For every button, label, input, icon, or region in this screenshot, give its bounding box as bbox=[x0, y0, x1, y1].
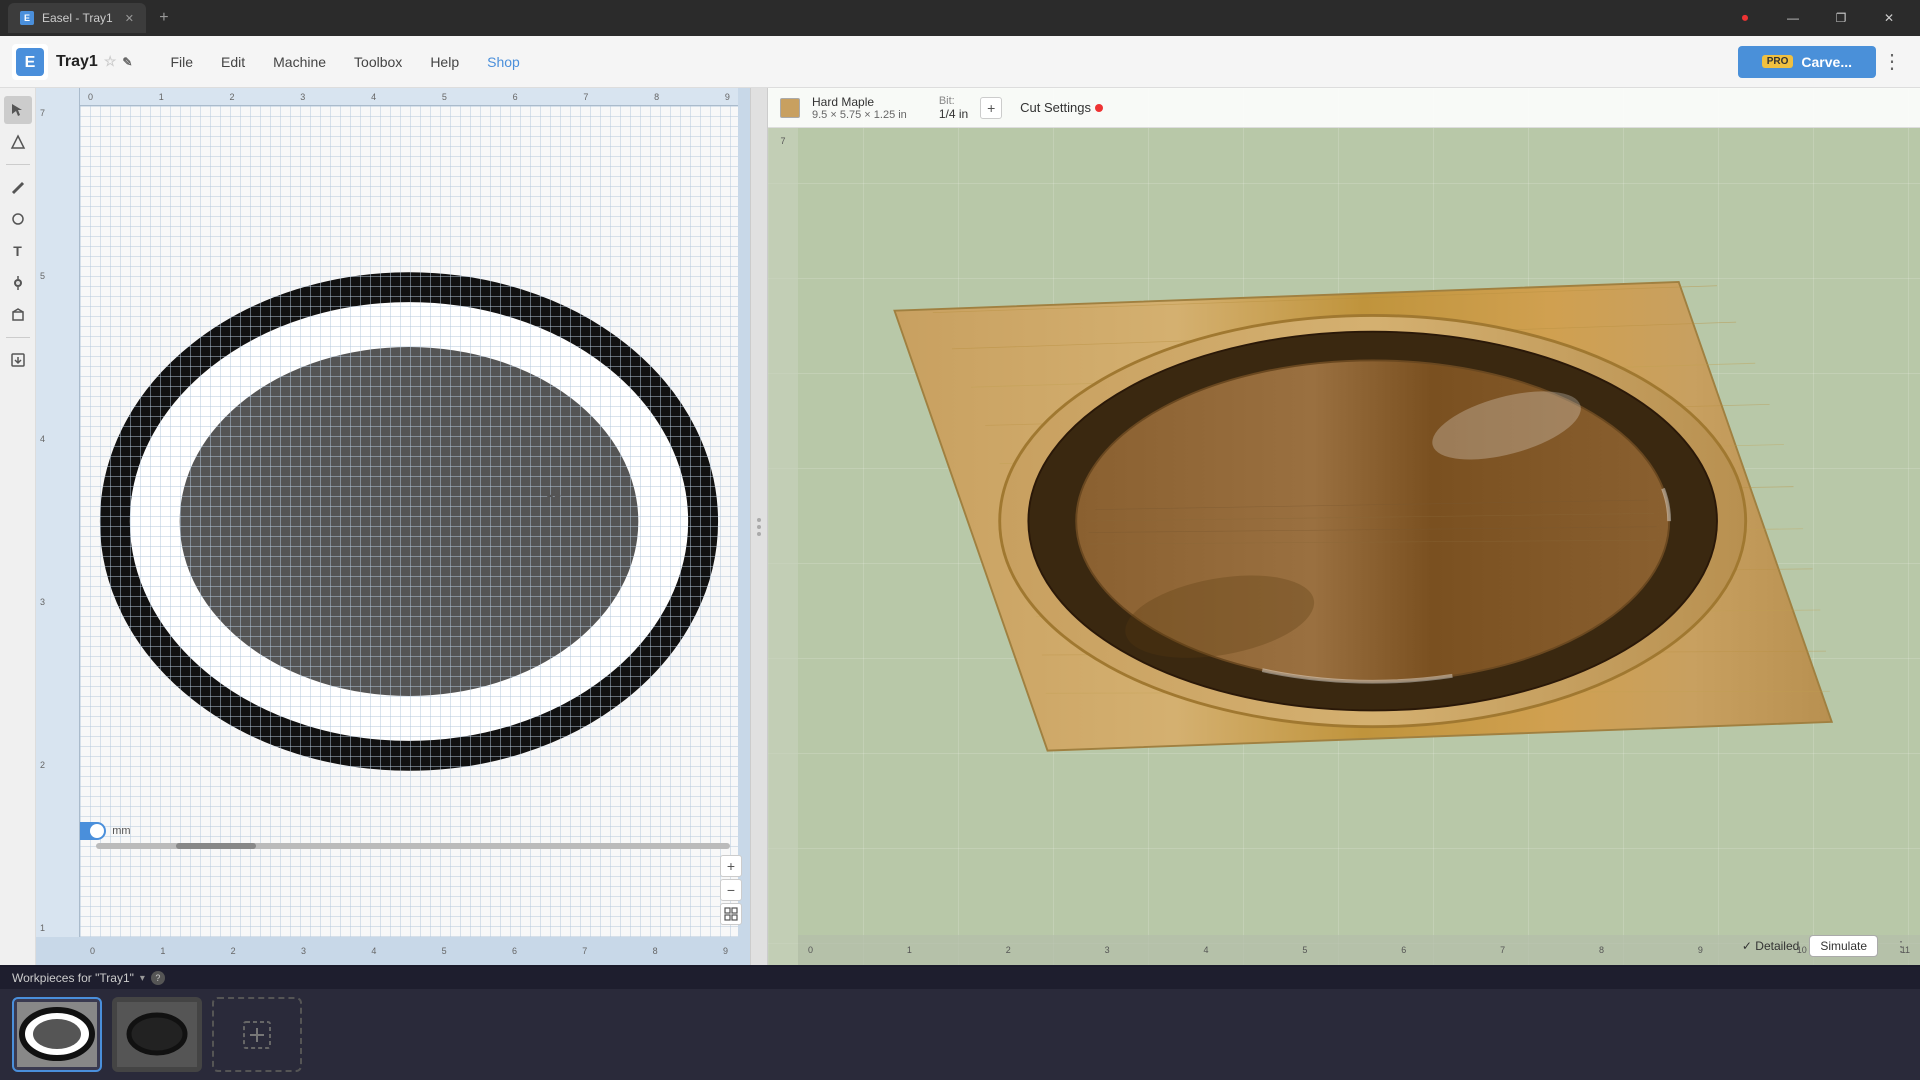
box-tool-button[interactable] bbox=[4, 301, 32, 329]
workpieces-dropdown-icon[interactable]: ▾ bbox=[140, 973, 145, 984]
bit-value: 1/4 in bbox=[939, 107, 968, 121]
ruler-top: 0 1 2 3 4 5 6 7 8 9 bbox=[80, 88, 738, 106]
white-canvas: ✛ bbox=[80, 106, 738, 937]
app-logo: E bbox=[12, 44, 48, 80]
text-tool-button[interactable]: T bbox=[4, 237, 32, 265]
tray-3d-visualization bbox=[818, 138, 1870, 885]
nav-menu: File Edit Machine Toolbox Help Shop bbox=[156, 36, 533, 88]
scrollbar-thumb[interactable] bbox=[176, 843, 256, 849]
workpieces-title: Workpieces for "Tray1" bbox=[12, 971, 134, 985]
material-info: Hard Maple 9.5 × 5.75 × 1.25 in bbox=[812, 95, 907, 121]
svg-text:E: E bbox=[24, 13, 30, 23]
carve-label: Carve... bbox=[1801, 54, 1852, 70]
tool-divider-1 bbox=[6, 164, 30, 165]
detailed-checkbox[interactable]: ✓ Detailed bbox=[1742, 939, 1799, 953]
divider-dot-1 bbox=[757, 518, 761, 522]
fit-to-screen-button[interactable] bbox=[720, 903, 742, 925]
minimize-button[interactable]: — bbox=[1770, 0, 1816, 36]
ruler-mark-5: 5 bbox=[40, 271, 75, 281]
ruler-mark-2: 2 bbox=[40, 760, 75, 770]
ruler-mark-4: 4 bbox=[40, 434, 75, 444]
zoom-out-button[interactable]: − bbox=[720, 879, 742, 901]
star-icon[interactable]: ☆ bbox=[104, 53, 117, 70]
horizontal-scrollbar[interactable] bbox=[96, 843, 730, 849]
close-button[interactable]: ✕ bbox=[1866, 0, 1912, 36]
bit-info: Bit: 1/4 in bbox=[939, 95, 968, 121]
workpieces-list bbox=[0, 989, 1920, 1080]
left-sidebar: T bbox=[0, 88, 36, 965]
workpieces-help-icon[interactable]: ? bbox=[151, 971, 165, 985]
nav-help[interactable]: Help bbox=[416, 36, 473, 88]
divider-dot-3 bbox=[757, 532, 761, 536]
restore-button[interactable]: ❐ bbox=[1818, 0, 1864, 36]
workpiece-1-thumb[interactable] bbox=[12, 997, 102, 1072]
bit-label: Bit: bbox=[939, 95, 968, 107]
project-name: Tray1 bbox=[56, 53, 98, 71]
add-bit-button[interactable]: + bbox=[980, 97, 1002, 119]
nav-machine[interactable]: Machine bbox=[259, 36, 340, 88]
carve-button[interactable]: PRO Carve... bbox=[1738, 46, 1876, 78]
preview-footer: ✓ Detailed Simulate ⋮ bbox=[1742, 935, 1908, 957]
workpiece-1-preview bbox=[17, 1002, 97, 1067]
nav-edit[interactable]: Edit bbox=[207, 36, 259, 88]
preview-ruler-left: 7 bbox=[768, 128, 798, 965]
workpiece-2-thumb[interactable] bbox=[112, 997, 202, 1072]
ruler-mark-3: 3 bbox=[40, 597, 75, 607]
panel-divider[interactable] bbox=[750, 88, 768, 965]
material-swatch bbox=[780, 98, 800, 118]
project-title-area: Tray1 ☆ ✎ bbox=[56, 53, 132, 71]
pro-badge: PRO bbox=[1762, 55, 1794, 68]
workpieces-header: Workpieces for "Tray1" ▾ ? bbox=[0, 967, 1920, 989]
workpiece-2-preview bbox=[117, 1002, 197, 1067]
ruler-bottom: 0 1 2 3 4 5 6 7 8 9 bbox=[80, 937, 738, 965]
preview-top-bar: Hard Maple 9.5 × 5.75 × 1.25 in Bit: 1/4… bbox=[768, 88, 1920, 128]
cut-settings-alert-dot bbox=[1095, 104, 1103, 112]
main-content: T 7 5 4 3 bbox=[0, 88, 1920, 965]
tool-divider-2 bbox=[6, 337, 30, 338]
divider-dot-2 bbox=[757, 525, 761, 529]
ruler-left: 7 5 4 3 2 1 bbox=[36, 88, 80, 937]
pen-tool-button[interactable] bbox=[4, 173, 32, 201]
material-name: Hard Maple bbox=[812, 95, 907, 109]
preview-panel: 7 Hard Maple 9.5 × 5.75 × 1.25 in Bit: 1… bbox=[768, 88, 1920, 965]
zoom-controls: + − bbox=[720, 855, 742, 925]
tab-close-button[interactable]: ✕ bbox=[125, 12, 134, 25]
tab-favicon: E bbox=[20, 11, 34, 25]
canvas-grid bbox=[80, 106, 738, 937]
canvas-area[interactable]: 7 5 4 3 2 1 bbox=[36, 88, 750, 965]
more-options-button[interactable]: ⋮ bbox=[1876, 46, 1908, 78]
tab-title: Easel - Tray1 bbox=[42, 11, 113, 25]
add-workpiece-button[interactable] bbox=[212, 997, 302, 1072]
zoom-in-button[interactable]: + bbox=[720, 855, 742, 877]
cut-settings-label: Cut Settings bbox=[1020, 100, 1091, 115]
app-container: E Tray1 ☆ ✎ File Edit Machine Toolbox He… bbox=[0, 36, 1920, 1080]
svg-text:E: E bbox=[25, 54, 36, 71]
design-panel: 7 5 4 3 2 1 bbox=[36, 88, 750, 965]
ruler-mark-7: 7 bbox=[40, 108, 75, 118]
browser-tab[interactable]: E Easel - Tray1 ✕ bbox=[8, 3, 146, 33]
main-toolbar: E Tray1 ☆ ✎ File Edit Machine Toolbox He… bbox=[0, 36, 1920, 88]
bottom-section: Workpieces for "Tray1" ▾ ? bbox=[0, 965, 1920, 1080]
material-dims: 9.5 × 5.75 × 1.25 in bbox=[812, 109, 907, 121]
unit-mm-label: mm bbox=[112, 825, 130, 837]
ruler-mark-1: 1 bbox=[40, 923, 75, 933]
cut-settings-button[interactable]: Cut Settings bbox=[1014, 98, 1109, 117]
apps-tool-button[interactable] bbox=[4, 269, 32, 297]
shapes-tool-button[interactable] bbox=[4, 128, 32, 156]
select-tool-button[interactable] bbox=[4, 96, 32, 124]
detailed-label: ✓ Detailed bbox=[1742, 939, 1799, 953]
browser-chrome: E Easel - Tray1 ✕ + ⏺ — ❐ ✕ bbox=[0, 0, 1920, 36]
circle-tool-button[interactable] bbox=[4, 205, 32, 233]
nav-file[interactable]: File bbox=[156, 36, 207, 88]
import-tool-button[interactable] bbox=[4, 346, 32, 374]
edit-project-name-icon[interactable]: ✎ bbox=[122, 55, 132, 69]
screen-record-button[interactable]: ⏺ bbox=[1722, 0, 1768, 36]
toggle-knob bbox=[90, 824, 104, 838]
preview-more-button[interactable]: ⋮ bbox=[1894, 938, 1908, 955]
nav-shop[interactable]: Shop bbox=[473, 36, 534, 88]
new-tab-button[interactable]: + bbox=[152, 6, 176, 30]
nav-toolbox[interactable]: Toolbox bbox=[340, 36, 416, 88]
simulate-button[interactable]: Simulate bbox=[1809, 935, 1878, 957]
